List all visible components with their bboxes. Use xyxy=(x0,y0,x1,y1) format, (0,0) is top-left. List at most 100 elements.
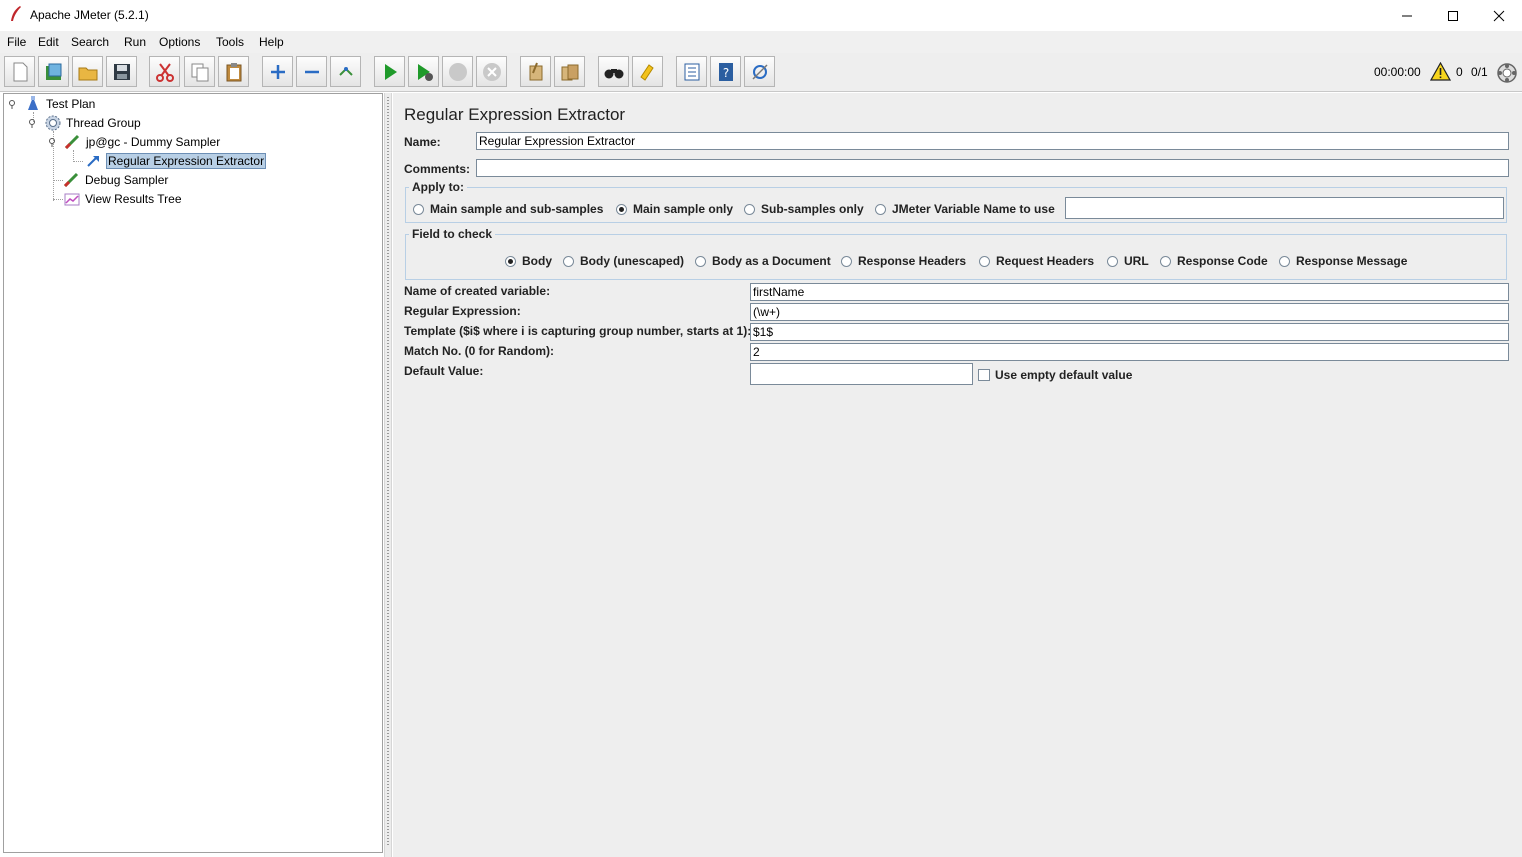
radio-request-headers[interactable]: Request Headers xyxy=(979,254,1094,268)
regex-label: Regular Expression: xyxy=(404,304,521,318)
tree-item-test-plan[interactable]: Test Plan xyxy=(8,95,95,113)
radio-dot xyxy=(563,255,574,267)
radio-response-code[interactable]: Response Code xyxy=(1160,254,1268,268)
default-value-input[interactable] xyxy=(750,363,973,385)
toggle-button[interactable] xyxy=(330,56,361,87)
reset-search-button[interactable] xyxy=(632,56,663,87)
function-helper-button[interactable] xyxy=(676,56,707,87)
elapsed-time: 00:00:00 xyxy=(1374,65,1421,79)
radio-url[interactable]: URL xyxy=(1107,254,1149,268)
tree-item-debug-sampler[interactable]: Debug Sampler xyxy=(63,171,168,189)
close-button[interactable] xyxy=(1476,0,1522,31)
radio-label: Body (unescaped) xyxy=(580,254,685,268)
maximize-button[interactable] xyxy=(1430,0,1476,31)
radio-dot-selected xyxy=(505,255,516,267)
tree-item-view-results-tree[interactable]: View Results Tree xyxy=(63,190,182,208)
split-pane-divider[interactable] xyxy=(384,93,392,857)
radio-body-unescaped[interactable]: Body (unescaped) xyxy=(563,254,684,268)
extractor-panel: Regular Expression Extractor Name: Regul… xyxy=(393,93,1522,857)
radio-main-only[interactable]: Main sample only xyxy=(616,202,733,216)
templates-button[interactable] xyxy=(38,56,69,87)
radio-dot xyxy=(1107,255,1118,267)
search-button[interactable] xyxy=(598,56,629,87)
menu-file[interactable]: File xyxy=(7,35,26,49)
match-no-input[interactable]: 2 xyxy=(750,343,1509,361)
start-no-pauses-button[interactable] xyxy=(408,56,439,87)
function-helper-icon xyxy=(684,63,699,80)
warning-icon[interactable] xyxy=(1430,62,1451,81)
copy-button[interactable] xyxy=(184,56,215,87)
radio-label: Main sample and sub-samples xyxy=(430,202,604,216)
created-variable-input[interactable]: firstName xyxy=(750,283,1509,301)
tree-item-label: jp@gc - Dummy Sampler xyxy=(86,135,221,149)
help-button[interactable]: ? xyxy=(710,56,741,87)
open-button[interactable] xyxy=(72,56,103,87)
radio-label: Response Message xyxy=(1296,254,1408,268)
name-input[interactable]: Regular Expression Extractor xyxy=(476,132,1509,150)
jmeter-variable-input[interactable] xyxy=(1065,197,1504,219)
menu-tools[interactable]: Tools xyxy=(216,35,244,49)
tree-toggle-icon[interactable] xyxy=(48,137,58,147)
cut-icon xyxy=(155,62,174,82)
toggle-icon xyxy=(338,66,353,76)
extractor-icon xyxy=(84,153,102,169)
collapse-all-button[interactable] xyxy=(296,56,327,87)
menu-edit[interactable]: Edit xyxy=(38,35,59,49)
radio-label: Request Headers xyxy=(996,254,1095,268)
menu-options[interactable]: Options xyxy=(159,35,200,49)
use-empty-default-checkbox[interactable]: Use empty default value xyxy=(978,368,1132,382)
clear-button[interactable] xyxy=(520,56,551,87)
toolbar: ? 00:00:00 0 0/1 xyxy=(0,53,1522,92)
expand-all-button[interactable] xyxy=(262,56,293,87)
tree-item-dummy-sampler[interactable]: jp@gc - Dummy Sampler xyxy=(48,133,220,151)
window-title: Apache JMeter (5.2.1) xyxy=(30,8,149,22)
radio-body[interactable]: Body xyxy=(505,254,552,268)
radio-jmeter-variable[interactable]: JMeter Variable Name to use xyxy=(875,202,1055,216)
maximize-icon xyxy=(1448,10,1458,21)
stop-icon xyxy=(448,62,467,81)
page-title: Regular Expression Extractor xyxy=(404,105,626,124)
radio-response-message[interactable]: Response Message xyxy=(1279,254,1407,268)
save-button[interactable] xyxy=(106,56,137,87)
tree-item-label: Thread Group xyxy=(66,116,141,130)
cut-button[interactable] xyxy=(149,56,180,87)
remote-button[interactable] xyxy=(744,56,775,87)
tree-item-thread-group[interactable]: Thread Group xyxy=(28,114,141,132)
regex-input[interactable]: (\w+) xyxy=(750,303,1509,321)
warning-count: 0 xyxy=(1456,65,1463,79)
stop-button[interactable] xyxy=(442,56,473,87)
template-input[interactable]: $1$ xyxy=(750,323,1509,341)
checkbox-box xyxy=(978,369,990,381)
field-to-check-title: Field to check xyxy=(409,227,496,241)
clear-all-button[interactable] xyxy=(554,56,585,87)
test-plan-tree: Test Plan Thread Group jp@gc - Dummy Sam… xyxy=(3,93,383,853)
radio-dot xyxy=(841,255,852,267)
menu-run[interactable]: Run xyxy=(124,35,146,49)
new-button[interactable] xyxy=(4,56,35,87)
minimize-button[interactable] xyxy=(1384,0,1430,31)
radio-response-headers[interactable]: Response Headers xyxy=(841,254,966,268)
radio-sub-only[interactable]: Sub-samples only xyxy=(744,202,864,216)
search-icon xyxy=(604,68,623,78)
menu-bar: File Edit Search Run Options Tools Help xyxy=(0,31,1522,53)
menu-search[interactable]: Search xyxy=(71,35,109,49)
tree-item-regex-extractor[interactable]: Regular Expression Extractor xyxy=(84,152,267,170)
radio-label: Sub-samples only xyxy=(761,202,864,216)
radio-main-and-sub[interactable]: Main sample and sub-samples xyxy=(413,202,603,216)
start-button[interactable] xyxy=(374,56,405,87)
paste-button[interactable] xyxy=(218,56,249,87)
listener-icon xyxy=(63,191,81,207)
remote-engines-icon[interactable] xyxy=(1496,62,1518,84)
radio-label: Response Headers xyxy=(858,254,967,268)
thread-group-icon xyxy=(44,115,62,131)
radio-body-as-document[interactable]: Body as a Document xyxy=(695,254,831,268)
start-icon xyxy=(384,63,397,80)
shutdown-button[interactable] xyxy=(476,56,507,87)
created-variable-label: Name of created variable: xyxy=(404,284,551,298)
menu-help[interactable]: Help xyxy=(259,35,284,49)
active-threads: 0/1 xyxy=(1471,65,1488,79)
radio-dot-selected xyxy=(616,203,627,215)
comments-input[interactable] xyxy=(476,159,1509,177)
tree-toggle-icon[interactable] xyxy=(28,118,38,128)
tree-toggle-icon[interactable] xyxy=(8,99,18,109)
